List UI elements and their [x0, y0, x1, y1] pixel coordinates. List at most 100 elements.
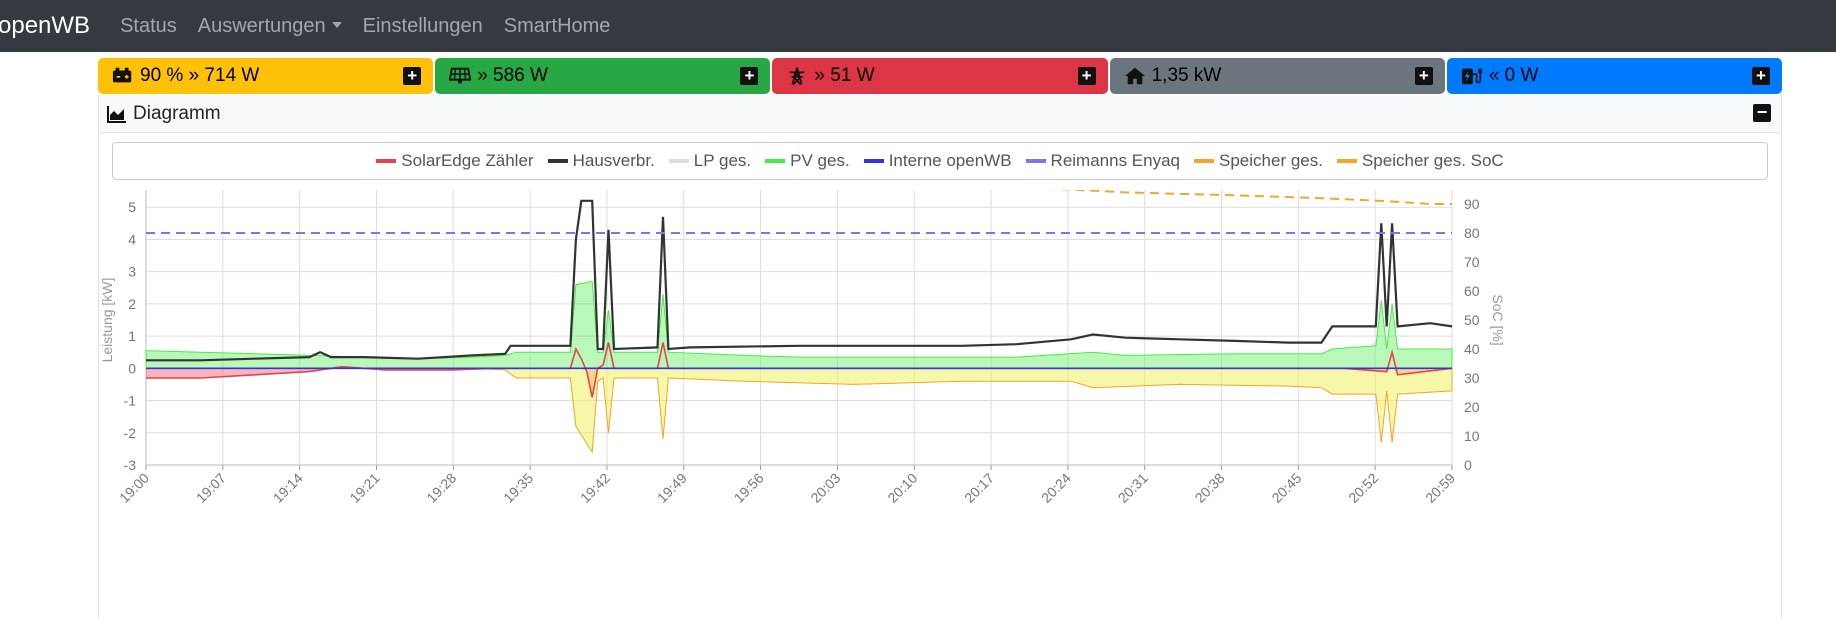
- y-tick-label: -1: [124, 393, 137, 409]
- y-axis-label: Leistung [kW]: [99, 278, 115, 363]
- chevron-down-icon: [331, 21, 342, 28]
- grid-status-tile[interactable]: » 51 W +: [772, 58, 1108, 94]
- x-tick-label: 19:07: [193, 470, 229, 506]
- legend-swatch: [547, 159, 568, 163]
- x-tick-label: 20:24: [1038, 470, 1074, 506]
- y2-axis-label: SoC [%]: [1490, 294, 1506, 345]
- legend-label: Speicher ges.: [1219, 151, 1323, 170]
- charging-value: « 0 W: [1488, 65, 1539, 86]
- legend-label: Reimanns Enyaq: [1050, 151, 1181, 170]
- legend-label: PV ges.: [790, 151, 850, 170]
- charging-station-icon: [1461, 68, 1482, 85]
- legend-item[interactable]: LP ges.: [668, 151, 751, 171]
- y-tick-label: 5: [128, 199, 136, 215]
- y2-tick-label: 30: [1464, 370, 1480, 386]
- legend-item[interactable]: Speicher ges. SoC: [1336, 151, 1504, 171]
- x-tick-label: 20:03: [807, 470, 843, 506]
- diagram-panel-header[interactable]: Diagramm −: [99, 95, 1781, 133]
- x-tick-label: 19:21: [346, 470, 382, 506]
- x-tick-label: 19:28: [423, 470, 459, 506]
- y2-tick-label: 40: [1464, 341, 1480, 357]
- expand-battery-icon[interactable]: +: [403, 67, 422, 85]
- legend-swatch: [1336, 159, 1357, 163]
- x-tick-label: 20:10: [884, 470, 920, 506]
- diagram-title: Diagramm: [133, 102, 221, 124]
- legend-item[interactable]: PV ges.: [765, 151, 850, 171]
- nav-einstellungen[interactable]: Einstellungen: [363, 15, 483, 38]
- legend-swatch: [1194, 159, 1215, 163]
- y2-tick-label: 0: [1464, 457, 1472, 473]
- house-value: 1,35 kW: [1151, 65, 1222, 86]
- legend-swatch: [1025, 159, 1046, 163]
- x-tick-label: 19:49: [654, 470, 690, 506]
- x-tick-label: 19:14: [270, 470, 306, 506]
- charging-status-tile[interactable]: « 0 W +: [1446, 58, 1783, 94]
- y-tick-label: -2: [124, 425, 137, 441]
- legend-item[interactable]: Reimanns Enyaq: [1025, 151, 1181, 171]
- x-tick-label: 19:00: [116, 470, 152, 506]
- legend-label: Speicher ges. SoC: [1361, 151, 1504, 170]
- x-tick-label: 19:42: [577, 470, 613, 506]
- nav-auswertungen-dropdown[interactable]: Auswertungen: [198, 15, 342, 38]
- house-status-tile[interactable]: 1,35 kW +: [1109, 58, 1445, 94]
- power-tower-icon: [790, 67, 805, 85]
- x-tick-label: 19:56: [731, 470, 767, 506]
- x-tick-label: 20:52: [1345, 470, 1381, 506]
- y-tick-label: 1: [128, 328, 136, 344]
- x-tick-label: 19:35: [500, 470, 536, 506]
- expand-grid-icon[interactable]: +: [1077, 67, 1096, 85]
- legend-swatch: [668, 159, 689, 163]
- y2-tick-label: 90: [1464, 196, 1480, 212]
- nav-auswertungen-label: Auswertungen: [197, 14, 326, 37]
- y2-tick-label: 70: [1464, 254, 1480, 270]
- y-tick-label: 3: [128, 264, 136, 280]
- home-icon: [1124, 67, 1145, 85]
- nav-smarthome[interactable]: SmartHome: [504, 15, 611, 38]
- legend-swatch: [863, 159, 884, 163]
- y2-tick-label: 10: [1464, 428, 1480, 444]
- series-line-dashed: [1042, 190, 1452, 205]
- brand-logo[interactable]: openWB: [0, 12, 90, 40]
- solar-panel-icon: [449, 67, 472, 84]
- power-chart: 6543210-1-2-3100908070605040302010019:00…: [99, 190, 1506, 506]
- x-tick-label: 20:17: [961, 470, 997, 506]
- collapse-diagram-icon[interactable]: −: [1753, 103, 1771, 122]
- y-tick-label: 0: [128, 360, 136, 376]
- pv-value: » 586 W: [477, 65, 548, 86]
- x-tick-label: 20:31: [1115, 470, 1151, 506]
- top-navbar: openWB Status Auswertungen Einstellungen…: [0, 0, 1836, 52]
- status-tiles: 90 % » 714 W + » 586 W + » 51 W + 1,35 k…: [98, 58, 1783, 94]
- expand-house-icon[interactable]: +: [1414, 67, 1433, 85]
- chart-legend: SolarEdge Zähler Hausverbr. LP ges. PV ges.…: [112, 142, 1768, 180]
- legend-swatch: [765, 159, 786, 163]
- chart-area-icon: [107, 105, 126, 123]
- expand-charging-icon[interactable]: +: [1752, 67, 1771, 85]
- legend-label: SolarEdge Zähler: [401, 151, 534, 170]
- legend-item[interactable]: SolarEdge Zähler: [376, 151, 534, 171]
- x-tick-label: 20:38: [1192, 470, 1228, 506]
- y2-tick-label: 20: [1464, 399, 1480, 415]
- battery-value: 90 % » 714 W: [140, 65, 260, 86]
- battery-status-tile[interactable]: 90 % » 714 W +: [98, 58, 434, 94]
- series-area: [145, 367, 1453, 454]
- pv-status-tile[interactable]: » 586 W +: [435, 58, 771, 94]
- legend-item[interactable]: Hausverbr.: [547, 151, 655, 171]
- series-area: [145, 280, 1453, 369]
- y2-tick-label: 50: [1464, 312, 1480, 328]
- grid-value: » 51 W: [814, 65, 875, 86]
- x-tick-label: 20:59: [1422, 470, 1458, 506]
- y2-tick-label: 60: [1464, 283, 1480, 299]
- legend-label: Hausverbr.: [572, 151, 655, 170]
- legend-label: Interne openWB: [888, 151, 1012, 170]
- legend-swatch: [376, 159, 397, 163]
- x-tick-label: 20:45: [1268, 470, 1304, 506]
- nav-status[interactable]: Status: [120, 15, 177, 38]
- y-tick-label: 4: [128, 231, 136, 247]
- expand-pv-icon[interactable]: +: [740, 67, 759, 85]
- y2-tick-label: 80: [1464, 225, 1480, 241]
- y-tick-label: 2: [128, 296, 136, 312]
- y-tick-label: -3: [124, 457, 137, 473]
- battery-icon: [112, 67, 132, 83]
- legend-item[interactable]: Speicher ges.: [1194, 151, 1323, 171]
- legend-item[interactable]: Interne openWB: [863, 151, 1012, 171]
